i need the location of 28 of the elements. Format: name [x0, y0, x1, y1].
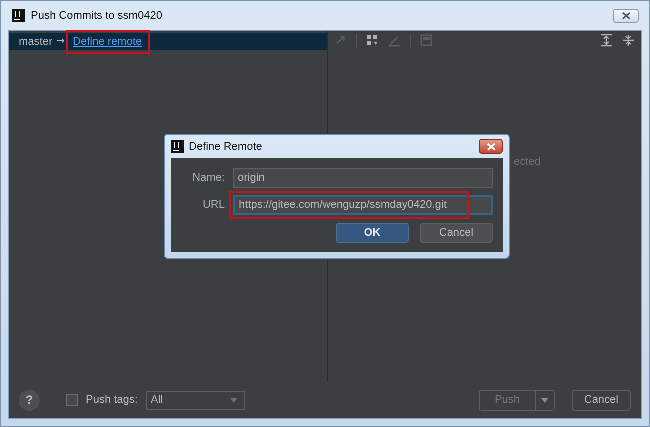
help-button[interactable]: ? [19, 390, 40, 410]
close-icon [622, 12, 630, 20]
caret-icon [230, 398, 238, 402]
checkbox[interactable] [66, 394, 78, 406]
tags-dropdown[interactable]: All [146, 390, 245, 410]
collapse-all-icon[interactable] [622, 34, 635, 47]
field-label: Name: [192, 172, 225, 184]
window-title: Push Commits to ssm0420 [31, 10, 164, 22]
dialog-title: Define Remote [189, 140, 264, 152]
expand-all-icon[interactable] [600, 34, 613, 47]
cancel-button[interactable]: Cancel [572, 390, 631, 410]
input-field[interactable]: origin [233, 168, 493, 188]
app-logo-icon [171, 140, 184, 153]
branch-name: master [19, 36, 53, 48]
define-remote-link[interactable]: Define remote [73, 36, 142, 48]
close-button[interactable] [613, 8, 639, 22]
grid-icon[interactable] [366, 34, 379, 47]
cancel-button[interactable]: Cancel [420, 223, 493, 243]
close-button[interactable] [479, 139, 503, 154]
ok-button[interactable]: OK [336, 223, 409, 243]
app-logo-icon [12, 9, 25, 22]
branch-row[interactable]: master → Define remote [9, 33, 327, 50]
arrow-glyph: → [56, 36, 66, 47]
input-field[interactable]: https://gitee.com/wenguzp/ssmday0420.git [233, 195, 493, 215]
field-label: URL [202, 199, 225, 211]
close-icon [486, 142, 496, 150]
checkbox-label: Push tags: [86, 394, 138, 406]
caret-icon [541, 398, 549, 402]
